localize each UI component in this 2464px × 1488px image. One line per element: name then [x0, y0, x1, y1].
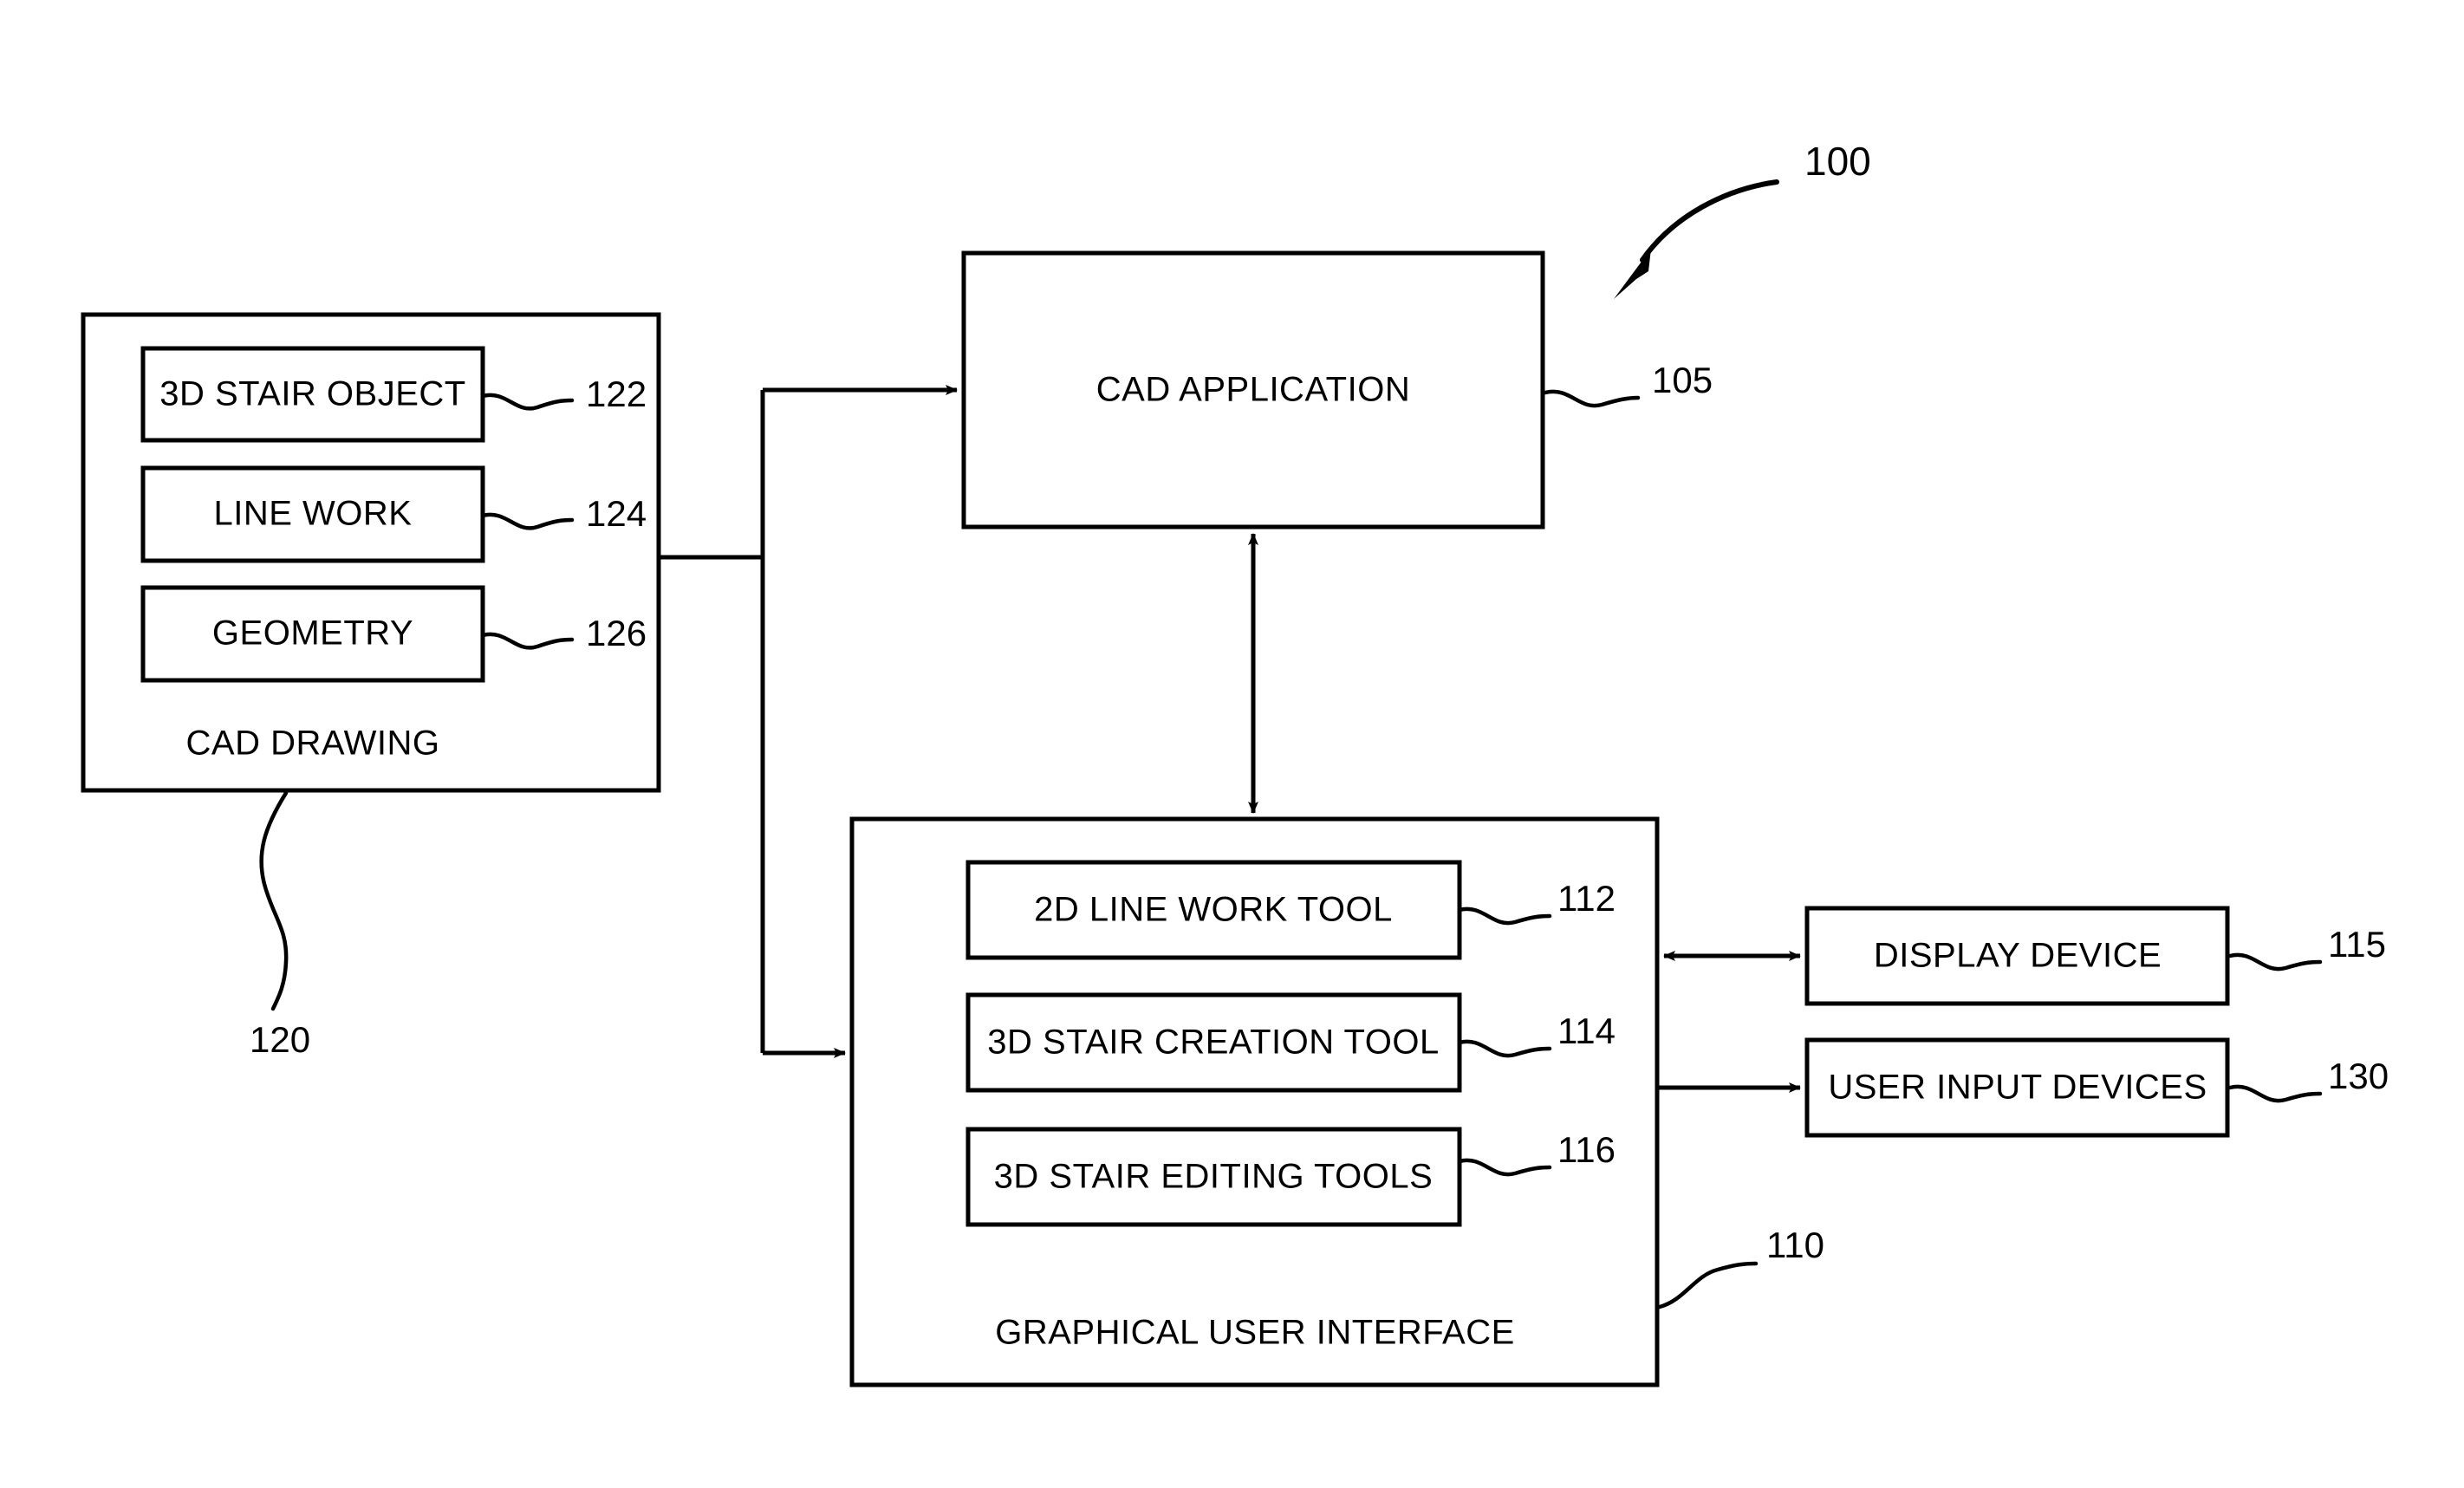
- ref-number-120: 120: [250, 1019, 310, 1060]
- gui-caption: GRAPHICAL USER INTERFACE: [995, 1314, 1515, 1352]
- ref-number-114: 114: [1557, 1010, 1616, 1051]
- block-2d-line-work-tool-label: 2D LINE WORK TOOL: [1034, 891, 1393, 929]
- block-line-work-label: LINE WORK: [214, 495, 413, 533]
- block-3d-stair-editing-tools-label: 3D STAIR EDITING TOOLS: [994, 1158, 1434, 1196]
- cad-drawing-caption: CAD DRAWING: [186, 725, 440, 763]
- figure-pointer-curve: [1640, 179, 1779, 263]
- ref-number-115: 115: [2328, 924, 2386, 965]
- system-block-diagram: 3D STAIR OBJECT LINE WORK GEOMETRY CAD D…: [81, 139, 2389, 1387]
- leader-line-110: [1657, 1261, 1759, 1309]
- ref-number-130: 130: [2328, 1056, 2389, 1096]
- patent-figure-canvas: 3D STAIR OBJECT LINE WORK GEOMETRY CAD D…: [0, 0, 2464, 1488]
- block-display-device-label: DISPLAY DEVICE: [1874, 937, 2162, 975]
- ref-number-122: 122: [586, 374, 647, 414]
- ref-number-116: 116: [1557, 1129, 1616, 1170]
- ref-number-110: 110: [1766, 1225, 1824, 1265]
- block-3d-stair-creation-tool-label: 3D STAIR CREATION TOOL: [987, 1023, 1439, 1062]
- ref-number-100: 100: [1804, 139, 1871, 184]
- block-geometry-label: GEOMETRY: [212, 614, 413, 653]
- figure-pointer-arrowhead: [1614, 249, 1651, 299]
- block-cad-application-label: CAD APPLICATION: [1096, 371, 1410, 409]
- leader-line-115: [2227, 952, 2323, 971]
- leader-line-105: [1543, 389, 1641, 408]
- ref-number-105: 105: [1652, 360, 1713, 400]
- ref-number-124: 124: [586, 493, 647, 534]
- leader-line-130: [2227, 1084, 2323, 1103]
- ref-number-126: 126: [586, 613, 647, 653]
- ref-number-112: 112: [1557, 878, 1616, 919]
- leader-line-120: [259, 790, 289, 1011]
- block-3d-stair-object-label: 3D STAIR OBJECT: [159, 375, 465, 413]
- block-user-input-devices-label: USER INPUT DEVICES: [1828, 1069, 2207, 1107]
